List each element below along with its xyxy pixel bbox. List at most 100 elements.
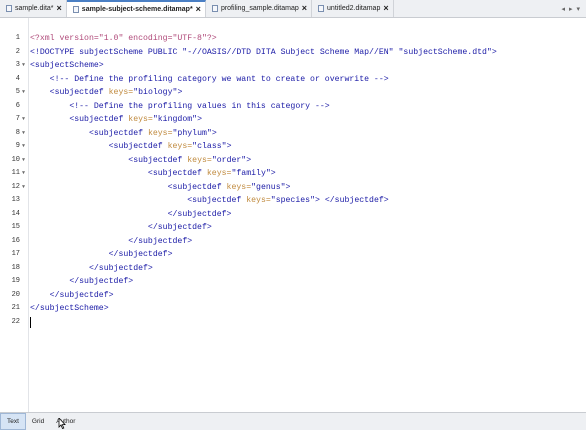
mode-tab-text[interactable]: Text [0, 413, 26, 430]
close-icon[interactable]: × [383, 4, 388, 13]
code-line[interactable]: 12 ▼ <subjectdef keys="genus"> [0, 181, 586, 195]
code-token: <!-- Define the profiling values in this… [69, 101, 330, 111]
code-token: <subjectdef [69, 115, 129, 124]
mouse-pointer-icon [58, 418, 66, 429]
code-token: > [285, 182, 291, 192]
line-number: 9 [15, 142, 20, 150]
code-text: </subjectdef> [30, 289, 114, 303]
code-token: "biology" [133, 88, 178, 97]
editor-tab[interactable]: sample.dita* × [0, 0, 67, 17]
line-number: 19 [11, 277, 20, 285]
line-number: 3 [15, 61, 20, 69]
editor-tab[interactable]: untitled2.ditamap × [312, 0, 394, 17]
code-text: <subjectdef keys="order"> [30, 154, 251, 168]
code-line[interactable]: 11 ▼ <subjectdef keys="family"> [0, 167, 586, 181]
code-token: <subjectdef [128, 155, 188, 165]
tabbar-spacer [394, 0, 556, 17]
code-line[interactable]: 20 </subjectdef> [0, 289, 586, 303]
chevron-down-icon[interactable]: ▾ [576, 5, 580, 13]
editor-tab[interactable]: profiling_sample.ditamap × [206, 0, 313, 17]
code-text: <subjectScheme> [30, 59, 104, 73]
code-text: </subjectdef> [30, 235, 192, 249]
code-line[interactable]: 17 </subjectdef> [0, 248, 586, 262]
close-icon[interactable]: × [302, 4, 307, 13]
code-token: </subjectdef> [69, 277, 134, 286]
code-token: </subjectdef> [108, 250, 173, 259]
editor-tab-bar: sample.dita* × sample-subject-scheme.ditam… [0, 0, 586, 18]
code-line[interactable]: 14 </subjectdef> [0, 208, 586, 222]
code-area[interactable]: 1 <?xml version="1.0" encoding="UTF-8"?> 2… [0, 32, 586, 329]
close-icon[interactable]: × [196, 5, 201, 14]
line-number: 2 [15, 47, 20, 56]
line-number: 22 [11, 317, 20, 326]
code-token: </subjectdef> [147, 223, 212, 232]
code-token: <!DOCTYPE subjectScheme PUBLIC "-//OASIS… [30, 47, 497, 57]
code-line[interactable]: 22 [0, 316, 586, 330]
code-token: > [226, 142, 232, 151]
file-icon [211, 5, 218, 12]
code-line[interactable]: 7 ▼ <subjectdef keys="kingdom"> [0, 113, 586, 127]
fold-toggle-icon[interactable]: ▼ [22, 154, 25, 168]
code-token: <subjectdef [167, 182, 227, 192]
line-number: 5 [15, 88, 20, 96]
code-token: > [197, 115, 203, 124]
code-token: <!-- Define the profiling category we wa… [49, 74, 389, 84]
line-number: 20 [11, 290, 20, 299]
line-number: 12 [11, 182, 20, 191]
fold-toggle-icon[interactable]: ▼ [22, 86, 25, 100]
code-line[interactable]: 1 <?xml version="1.0" encoding="UTF-8"?> [0, 32, 586, 46]
code-line[interactable]: 13 <subjectdef keys="species"> </subject… [0, 194, 586, 208]
code-token: <subjectdef [49, 88, 109, 97]
code-line[interactable]: 10 ▼ <subjectdef keys="order"> [0, 154, 586, 168]
chevron-left-icon[interactable]: ◂ [561, 5, 565, 13]
code-editor[interactable]: 1 <?xml version="1.0" encoding="UTF-8"?> 2… [0, 18, 586, 412]
code-line[interactable]: 6 <!-- Define the profiling values in th… [0, 100, 586, 114]
code-token: keys= [206, 169, 232, 178]
code-line[interactable]: 3 ▼ <subjectScheme> [0, 59, 586, 73]
code-text: <subjectdef keys="genus"> [30, 181, 291, 195]
code-text: </subjectdef> [30, 262, 153, 276]
chevron-right-icon[interactable]: ▸ [569, 5, 573, 13]
fold-toggle-icon[interactable]: ▼ [22, 181, 25, 195]
code-token: > </subjectdef> [315, 196, 389, 205]
tab-label: sample.dita* [15, 5, 54, 12]
code-text: <?xml version="1.0" encoding="UTF-8"?> [30, 32, 217, 46]
code-line[interactable]: 21 </subjectScheme> [0, 302, 586, 316]
close-icon[interactable]: × [57, 4, 62, 13]
editor-tab[interactable]: sample-subject-scheme.ditamap* × [66, 0, 206, 17]
fold-toggle-icon[interactable]: ▼ [22, 140, 25, 154]
code-text: </subjectdef> [30, 275, 133, 289]
code-line[interactable]: 2 <!DOCTYPE subjectScheme PUBLIC "-//OASI… [0, 46, 586, 60]
code-line[interactable]: 19 </subjectdef> [0, 275, 586, 289]
code-line[interactable]: 9 ▼ <subjectdef keys="class"> [0, 140, 586, 154]
line-number: 1 [15, 34, 20, 42]
fold-toggle-icon[interactable]: ▼ [22, 113, 25, 127]
mode-tab-grid[interactable]: Grid [26, 413, 50, 430]
tab-label: sample-subject-scheme.ditamap* [81, 6, 193, 13]
line-number: 8 [15, 128, 20, 137]
code-text: <!DOCTYPE subjectScheme PUBLIC "-//OASIS… [30, 46, 497, 60]
line-number: 14 [11, 209, 20, 218]
line-number: 10 [11, 155, 20, 164]
line-number: 15 [11, 223, 20, 231]
code-line[interactable]: 18 </subjectdef> [0, 262, 586, 276]
code-line[interactable]: 16 </subjectdef> [0, 235, 586, 249]
code-token: "kingdom" [152, 115, 198, 124]
fold-toggle-icon[interactable]: ▼ [22, 59, 25, 73]
code-line[interactable]: 4 <!-- Define the profiling category we … [0, 73, 586, 87]
code-line[interactable]: 15 </subjectdef> [0, 221, 586, 235]
fold-toggle-icon[interactable]: ▼ [22, 127, 25, 141]
fold-toggle-icon[interactable]: ▼ [22, 167, 25, 181]
code-line[interactable]: 5 ▼ <subjectdef keys="biology"> [0, 86, 586, 100]
code-line[interactable]: 8 ▼ <subjectdef keys="phylum"> [0, 127, 586, 141]
code-token: keys= [187, 155, 212, 165]
